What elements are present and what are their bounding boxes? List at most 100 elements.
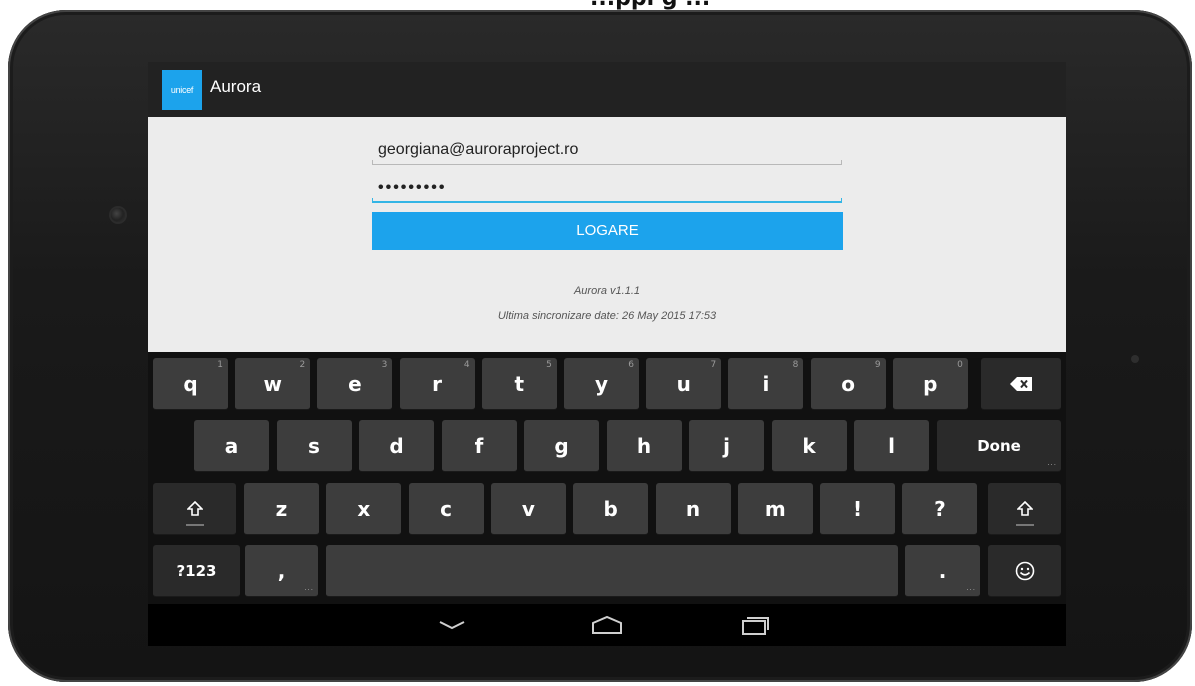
- key-q[interactable]: q1: [153, 358, 228, 410]
- key-label: g: [554, 433, 569, 458]
- period-key[interactable]: . ...: [905, 545, 980, 597]
- key-label: e: [348, 371, 362, 396]
- key-label: b: [603, 496, 618, 521]
- key-label: y: [594, 371, 609, 396]
- symbols-key-label: ?123: [176, 561, 217, 580]
- key-x[interactable]: x: [326, 483, 402, 535]
- key-z[interactable]: z: [244, 483, 319, 535]
- symbols-key[interactable]: ?123: [153, 545, 240, 597]
- key-t[interactable]: t5: [481, 358, 557, 410]
- key-f[interactable]: f: [441, 420, 517, 472]
- navigation-bar: [148, 604, 1066, 646]
- key-label: n: [685, 496, 701, 521]
- sensor-dot: [1131, 355, 1139, 363]
- key-s[interactable]: s: [276, 420, 352, 472]
- key-g[interactable]: g: [524, 420, 599, 472]
- sync-status: Ultima sincronizare date: 26 May 2015 17…: [497, 310, 717, 322]
- key-b[interactable]: b: [573, 483, 649, 535]
- comma-key[interactable]: , ...: [245, 545, 318, 597]
- key-label: m: [764, 496, 786, 521]
- backspace-icon: [1010, 376, 1032, 391]
- nav-back-button[interactable]: [432, 612, 472, 638]
- shift-key-left[interactable]: [153, 483, 236, 535]
- key-number-hint: 2: [299, 360, 306, 370]
- key-label: c: [440, 496, 453, 521]
- key-i[interactable]: i8: [728, 358, 804, 410]
- key-number-hint: 6: [628, 360, 634, 370]
- recents-icon: [742, 617, 769, 635]
- key-label: i: [762, 371, 770, 396]
- period-key-label: .: [938, 558, 947, 583]
- key-label: a: [224, 433, 239, 458]
- key-label: ?: [934, 496, 946, 521]
- key-label: k: [802, 433, 816, 458]
- done-key-label: Done: [977, 436, 1021, 455]
- key-u[interactable]: u7: [646, 358, 722, 410]
- app-title: Aurora: [210, 77, 262, 96]
- key-label: o: [841, 371, 855, 396]
- key-number-hint: 0: [957, 360, 963, 370]
- login-form: georgiana@auroraproject.ro ••••••••• LOG…: [148, 117, 1066, 352]
- key-number-hint: 5: [546, 360, 552, 370]
- key-d[interactable]: d: [359, 420, 434, 472]
- soft-keyboard: Done ... ?123 , ... . ... q 1 w 2 e 3 r …: [148, 352, 1066, 604]
- action-bar: unicef Aurora: [148, 62, 1066, 117]
- key-number-hint: 7: [710, 360, 717, 370]
- key-label: s: [308, 433, 320, 458]
- key-n[interactable]: n: [655, 483, 731, 535]
- key-label: z: [275, 496, 288, 521]
- device-screen: unicef Aurora georgiana@auroraproject.ro…: [148, 62, 1066, 646]
- key-y[interactable]: y6: [564, 358, 639, 410]
- key-label: v: [521, 496, 535, 521]
- key-exclamation[interactable]: !: [820, 483, 896, 535]
- shift-icon: [1016, 500, 1033, 516]
- home-icon: [592, 615, 622, 634]
- key-number-hint: 9: [874, 360, 881, 370]
- key-label: d: [389, 433, 404, 458]
- key-label: r: [432, 371, 443, 396]
- key-label: q: [183, 371, 198, 396]
- emoji-icon: [1015, 561, 1034, 580]
- key-number-hint: 3: [381, 360, 388, 370]
- unicef-logo: unicef: [162, 70, 202, 110]
- key-label: w: [263, 371, 282, 396]
- key-w[interactable]: w2: [235, 358, 311, 410]
- key-l[interactable]: l: [854, 420, 929, 472]
- key-label: x: [357, 496, 371, 521]
- key-number-hint: 8: [792, 360, 799, 370]
- key-label: u: [676, 371, 691, 396]
- camera-icon: [111, 208, 125, 222]
- key-j[interactable]: j: [689, 420, 764, 472]
- key-v[interactable]: v: [490, 483, 566, 535]
- key-o[interactable]: o9: [810, 358, 886, 410]
- key-label: f: [474, 433, 484, 458]
- key-label: t: [514, 371, 525, 396]
- email-field[interactable]: georgiana@auroraproject.ro: [372, 137, 842, 165]
- key-label: h: [636, 433, 652, 458]
- login-button[interactable]: LOGARE: [372, 212, 843, 250]
- key-a[interactable]: a: [194, 420, 269, 472]
- key-label: p: [923, 371, 938, 396]
- version-text: Aurora v1.1.1: [573, 285, 641, 297]
- key-h[interactable]: h: [606, 420, 682, 472]
- comma-key-label: ,: [277, 558, 286, 583]
- key-k[interactable]: k: [771, 420, 847, 472]
- key-label: l: [888, 433, 895, 458]
- key-e[interactable]: e3: [317, 358, 393, 410]
- done-key[interactable]: Done ...: [937, 420, 1061, 472]
- backspace-key[interactable]: [981, 358, 1061, 410]
- chevron-down-icon: [439, 621, 465, 630]
- key-p[interactable]: p0: [892, 358, 968, 410]
- key-c[interactable]: c: [408, 483, 484, 535]
- key-r[interactable]: r4: [399, 358, 475, 410]
- key-number-hint: 4: [463, 360, 470, 370]
- nav-home-button[interactable]: [587, 612, 627, 638]
- password-field[interactable]: •••••••••: [372, 175, 842, 203]
- space-bar[interactable]: [326, 545, 898, 597]
- key-m[interactable]: m: [737, 483, 813, 535]
- emoji-key[interactable]: [988, 545, 1061, 597]
- shift-key-right[interactable]: [988, 483, 1061, 535]
- key-question[interactable]: ?: [902, 483, 978, 535]
- key-label: j: [723, 433, 730, 458]
- nav-recents-button[interactable]: [735, 612, 775, 638]
